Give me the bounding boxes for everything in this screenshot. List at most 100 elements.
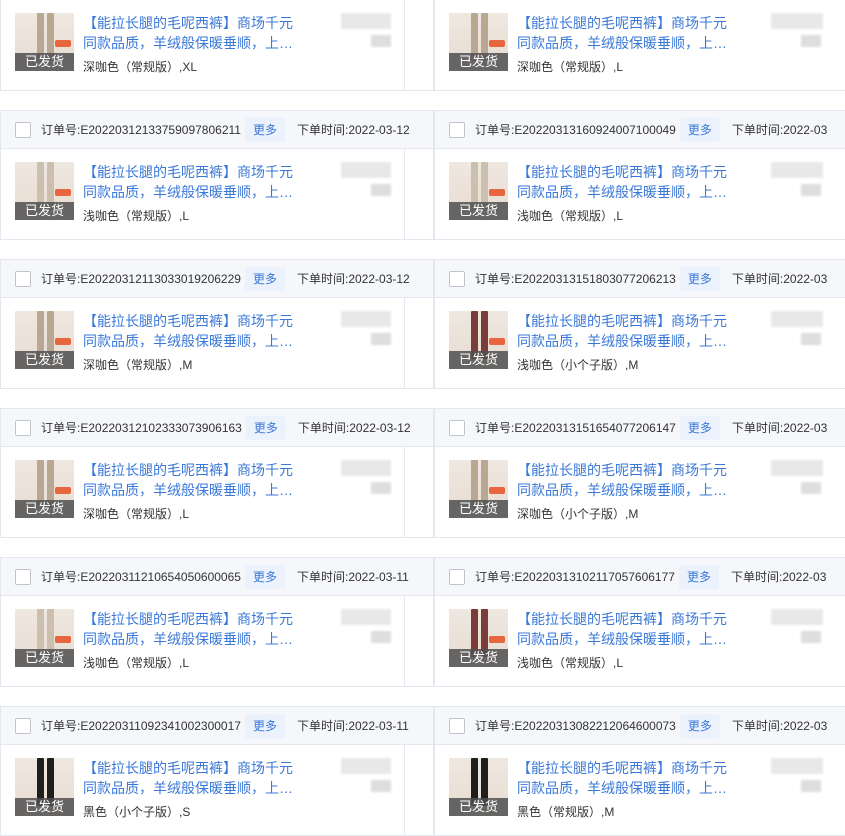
title-line-2: 同款品质，羊绒般保暖垂顺，上… [83,631,293,647]
title-line-2: 同款品质，羊绒般保暖垂顺，上… [83,482,293,498]
title-line-2: 同款品质，羊绒般保暖垂顺，上… [83,333,293,349]
product-title-link[interactable]: 【能拉长腿的毛呢西裤】商场千元 同款品质，羊绒般保暖垂顺，上… [83,460,297,500]
product-title-link[interactable]: 【能拉长腿的毛呢西裤】商场千元 同款品质，羊绒般保暖垂顺，上… [517,13,731,53]
title-line-1: 【能拉长腿的毛呢西裤】商场千元 [517,760,727,776]
blurred-price [341,609,391,625]
title-line-1: 【能拉长腿的毛呢西裤】商场千元 [83,313,293,329]
product-thumbnail[interactable]: 已发货 [449,162,508,220]
shipped-badge: 已发货 [15,351,74,369]
title-line-1: 【能拉长腿的毛呢西裤】商场千元 [517,313,727,329]
product-title-link[interactable]: 【能拉长腿的毛呢西裤】商场千元 同款品质，羊绒般保暖垂顺，上… [517,162,731,202]
order-body: 已发货 【能拉长腿的毛呢西裤】商场千元 同款品质，羊绒般保暖垂顺，上… 浅咖色（… [0,596,434,687]
blurred-price [771,609,823,625]
title-line-1: 【能拉长腿的毛呢西裤】商场千元 [517,462,727,478]
order-checkbox[interactable] [15,121,31,138]
order-no-label: 订单号: [41,719,81,733]
order-checkbox[interactable] [449,717,465,734]
order-no-label: 订单号: [41,421,81,435]
order-time-label: 下单时间: [731,272,784,286]
order-no-value: E20220312102333073906163 [80,420,242,435]
blurred-qty [801,35,821,47]
blurred-qty [371,482,391,494]
title-line-2: 同款品质，羊绒般保暖垂顺，上… [517,780,727,796]
product-title-link[interactable]: 【能拉长腿的毛呢西裤】商场千元 同款品质，羊绒般保暖垂顺，上… [517,609,731,649]
product-title-link[interactable]: 【能拉长腿的毛呢西裤】商场千元 同款品质，羊绒般保暖垂顺，上… [83,609,297,649]
sku-spec: 黑色（常规版）,M [517,805,615,819]
product-thumbnail[interactable]: 已发货 [15,758,74,816]
product-thumbnail[interactable]: 已发货 [15,609,74,667]
product-title-link[interactable]: 【能拉长腿的毛呢西裤】商场千元 同款品质，羊绒般保暖垂顺，上… [517,311,731,351]
shipped-badge: 已发货 [15,500,74,518]
order-header: 订单号: E20220313160924007100049 更多 下单时间: 2… [434,110,845,149]
order-body: 已发货 【能拉长腿的毛呢西裤】商场千元 同款品质，羊绒般保暖垂顺，上… 深咖色（… [0,447,434,538]
more-button[interactable]: 更多 [244,266,285,291]
product-thumbnail[interactable]: 已发货 [449,13,508,71]
order-checkbox[interactable] [449,270,465,287]
more-button[interactable]: 更多 [244,564,285,589]
product-thumbnail[interactable]: 已发货 [15,311,74,369]
more-button[interactable]: 更多 [678,564,719,589]
order-checkbox[interactable] [15,419,31,436]
more-button[interactable]: 更多 [244,713,285,738]
title-line-2: 同款品质，羊绒般保暖垂顺，上… [83,35,293,51]
order-no-label: 订单号: [475,719,515,733]
blurred-qty [371,333,391,345]
order-header: 订单号: E20220313082212064600073 更多 下单时间: 2… [434,706,845,745]
more-button[interactable]: 更多 [679,713,720,738]
order-checkbox[interactable] [15,270,31,287]
shipped-badge: 已发货 [15,649,74,667]
blurred-price [341,311,391,327]
product-thumbnail[interactable]: 已发货 [449,609,508,667]
tag-mark [489,338,505,345]
order-time-label: 下单时间: [730,570,783,584]
more-button[interactable]: 更多 [679,415,720,440]
shipped-badge: 已发货 [15,53,74,71]
title-line-2: 同款品质，羊绒般保暖垂顺，上… [83,780,293,796]
more-button[interactable]: 更多 [679,117,720,142]
blurred-price [341,460,391,476]
blurred-price [771,13,823,29]
order-no-label: 订单号: [475,272,515,286]
more-button[interactable]: 更多 [245,415,286,440]
title-line-2: 同款品质，羊绒般保暖垂顺，上… [83,184,293,200]
order-checkbox[interactable] [15,717,31,734]
product-title-link[interactable]: 【能拉长腿的毛呢西裤】商场千元 同款品质，羊绒般保暖垂顺，上… [517,460,731,500]
divider [404,596,405,686]
order-checkbox[interactable] [449,568,465,585]
blurred-qty [801,780,821,792]
product-title-link[interactable]: 【能拉长腿的毛呢西裤】商场千元 同款品质，羊绒般保暖垂顺，上… [83,162,297,202]
more-button[interactable]: 更多 [244,117,285,142]
blurred-qty [371,631,391,643]
product-title-link[interactable]: 【能拉长腿的毛呢西裤】商场千元 同款品质，羊绒般保暖垂顺，上… [83,13,297,53]
product-title-link[interactable]: 【能拉长腿的毛呢西裤】商场千元 同款品质，羊绒般保暖垂顺，上… [517,758,731,798]
sku-spec: 深咖色（小个子版）,M [517,507,639,521]
product-thumbnail[interactable]: 已发货 [449,460,508,518]
blurred-price [771,162,823,178]
more-button[interactable]: 更多 [679,266,720,291]
product-thumbnail[interactable]: 已发货 [15,460,74,518]
blurred-qty [801,631,821,643]
order-body: 已发货 【能拉长腿的毛呢西裤】商场千元 同款品质，羊绒般保暖垂顺，上… 浅咖色（… [434,298,845,389]
order-body: 已发货 【能拉长腿的毛呢西裤】商场千元 同款品质，羊绒般保暖垂顺，上… 浅咖色（… [434,596,845,687]
product-thumbnail[interactable]: 已发货 [449,311,508,369]
order-checkbox[interactable] [449,121,465,138]
product-title-link[interactable]: 【能拉长腿的毛呢西裤】商场千元 同款品质，羊绒般保暖垂顺，上… [83,758,297,798]
order-checkbox[interactable] [449,419,465,436]
order-no-value: E20220312133759097806211 [80,122,241,137]
order-checkbox[interactable] [15,568,31,585]
product-thumbnail[interactable]: 已发货 [449,758,508,816]
order-time-value: 2022-03 [783,420,828,435]
title-line-1: 【能拉长腿的毛呢西裤】商场千元 [517,164,727,180]
tag-mark [489,636,505,643]
product-thumbnail[interactable]: 已发货 [15,13,74,71]
order-header: 订单号: E20220311092341002300017 更多 下单时间: 2… [0,706,434,745]
sku-spec: 黑色（小个子版）,S [83,805,191,819]
title-line-1: 【能拉长腿的毛呢西裤】商场千元 [83,462,293,478]
product-title-link[interactable]: 【能拉长腿的毛呢西裤】商场千元 同款品质，羊绒般保暖垂顺，上… [83,311,297,351]
order-no-value: E20220313151803077206213 [514,271,676,286]
order-header: 订单号: E20220312102333073906163 更多 下单时间: 2… [0,408,434,447]
blurred-price [341,758,391,774]
product-thumbnail[interactable]: 已发货 [15,162,74,220]
order-no-label: 订单号: [41,272,81,286]
order-no-label: 订单号: [41,570,81,584]
